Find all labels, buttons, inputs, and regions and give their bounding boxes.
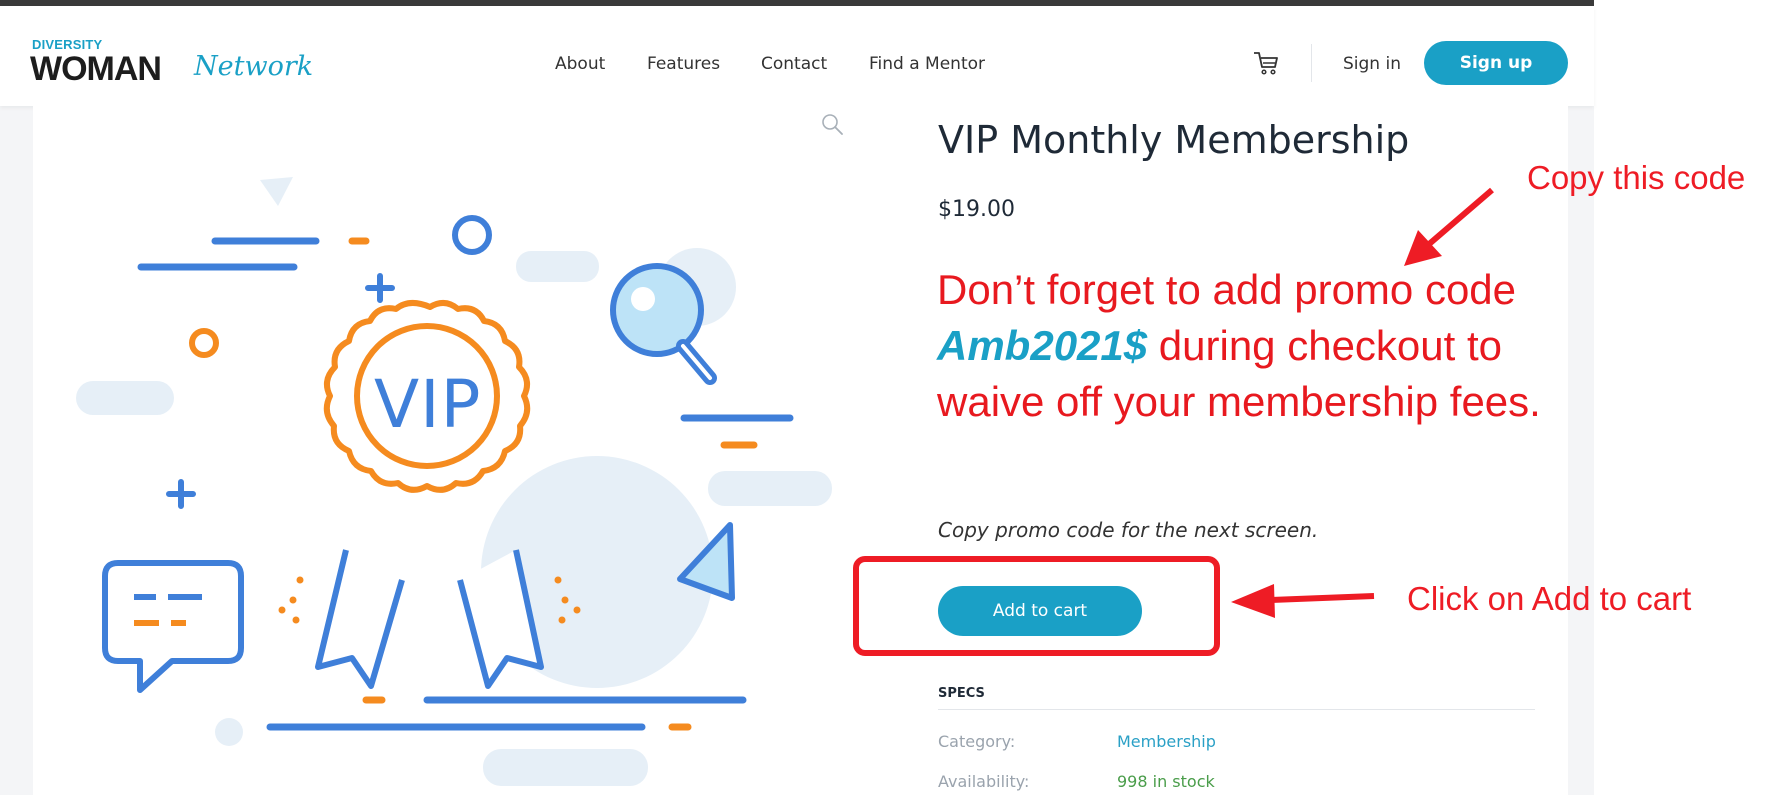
nav-about[interactable]: About	[555, 54, 605, 74]
specs-divider	[938, 709, 1535, 710]
nav-contact[interactable]: Contact	[761, 54, 827, 74]
spec-availability-label: Availability:	[938, 772, 1030, 791]
vip-badge-text: VIP	[374, 366, 482, 443]
spec-category-value[interactable]: Membership	[1117, 732, 1216, 751]
promo-message: Don’t forget to add promo code Amb2021$ …	[937, 262, 1577, 430]
sign-in-link[interactable]: Sign in	[1343, 54, 1401, 74]
magnifier-icon[interactable]	[820, 112, 844, 136]
header-divider	[1311, 44, 1312, 82]
nav-find-a-mentor[interactable]: Find a Mentor	[869, 54, 985, 74]
site-logo[interactable]: DIVERSITY WOMAN Network	[30, 34, 313, 90]
add-to-cart-button[interactable]: Add to cart	[938, 586, 1142, 636]
specs-heading: SPECS	[938, 686, 985, 701]
spec-category-label: Category:	[938, 732, 1016, 751]
vip-badge-illustration	[76, 177, 832, 786]
cart-icon[interactable]	[1251, 48, 1281, 78]
copy-promo-note: Copy promo code for the next screen.	[938, 518, 1319, 542]
nav-features[interactable]: Features	[647, 54, 720, 74]
spec-availability-value: 998 in stock	[1117, 772, 1215, 791]
site-header: DIVERSITY WOMAN Network About Features C…	[0, 6, 1594, 106]
annotation-click-add-to-cart: Click on Add to cart	[1407, 580, 1692, 617]
product-price: $19.00	[938, 197, 1015, 222]
logo-woman-text: WOMAN	[30, 50, 162, 88]
sign-up-button[interactable]: Sign up	[1424, 41, 1568, 85]
logo-network-text: Network	[194, 51, 314, 82]
promo-text-before: Don’t forget to add promo code	[937, 266, 1517, 313]
annotation-copy-code: Copy this code	[1527, 159, 1746, 196]
promo-code[interactable]: Amb2021$	[937, 322, 1147, 369]
product-title: VIP Monthly Membership	[938, 118, 1410, 162]
